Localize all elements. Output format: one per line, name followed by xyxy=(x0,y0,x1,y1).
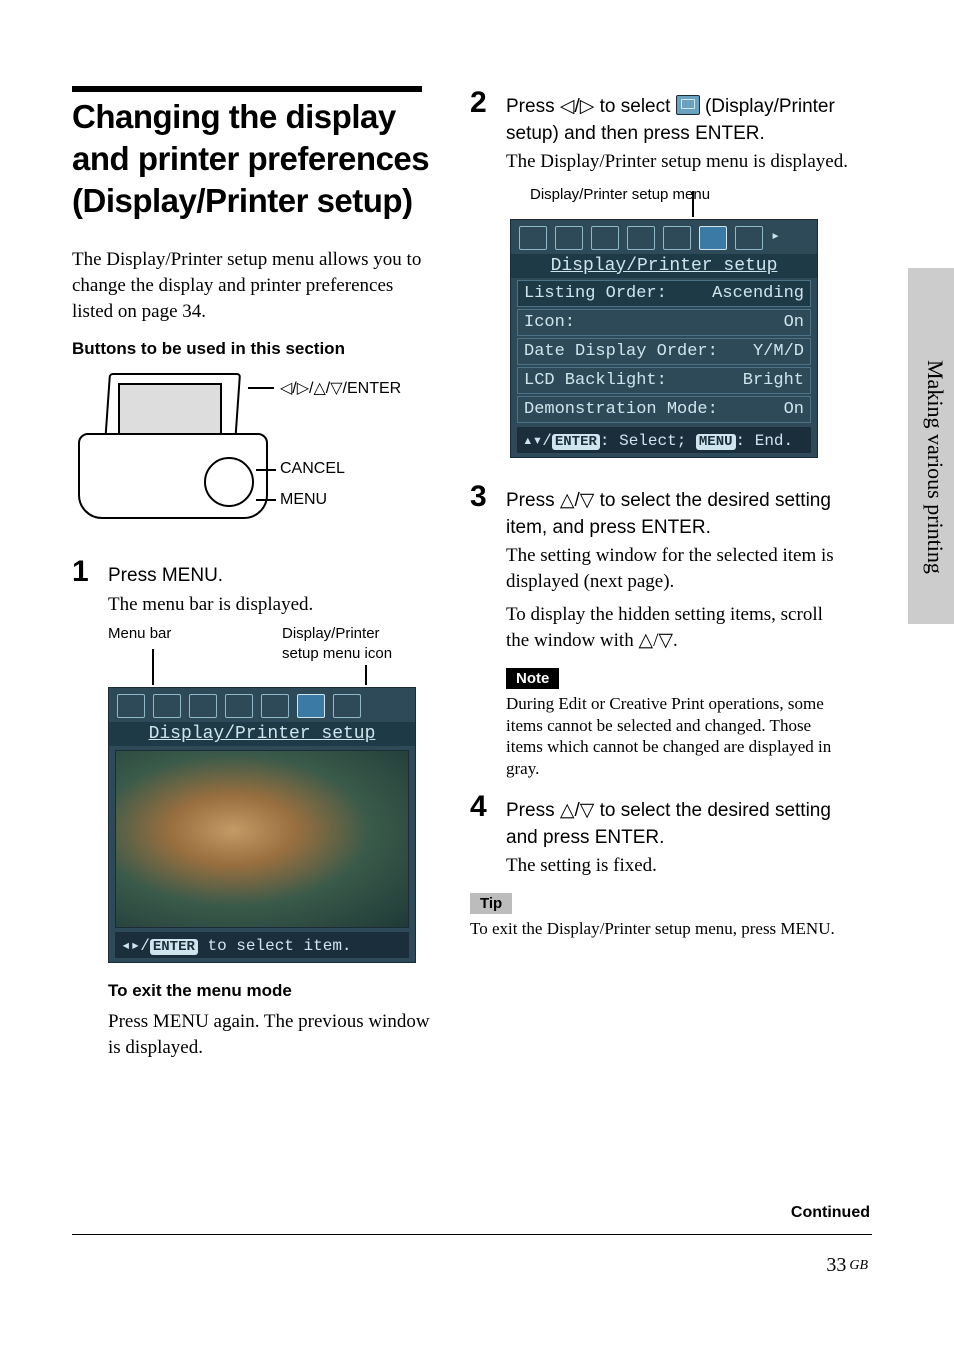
page-number: 33GB xyxy=(826,1254,868,1277)
lcd-menu-icon xyxy=(153,694,181,718)
exit-body: Press MENU again. The previous window is… xyxy=(108,1009,432,1061)
step-4-lead: Press △/▽ to select the desired setting … xyxy=(506,798,850,851)
lcd-title: Display/Printer setup xyxy=(511,254,817,278)
label-cancel: CANCEL xyxy=(280,460,345,478)
note-text: During Edit or Creative Print operations… xyxy=(506,693,850,780)
step-3-follow-1: The setting window for the selected item… xyxy=(506,543,850,595)
lcd-menu-icon xyxy=(591,226,619,250)
buttons-heading: Buttons to be used in this section xyxy=(72,339,432,359)
tip-label: Tip xyxy=(470,893,512,914)
step-1-lcd: Display/Printer setup ◂▸/ENTER to select… xyxy=(108,687,416,963)
lcd-setting-label: Listing Order: xyxy=(524,284,667,303)
lcd-menu-icon xyxy=(519,226,547,250)
display-printer-icon xyxy=(676,95,700,115)
step-1-lead: Press MENU. xyxy=(108,563,432,590)
step-3-lead: Press △/▽ to select the desired setting … xyxy=(506,488,850,541)
lcd-menu-icon xyxy=(225,694,253,718)
label-menu: MENU xyxy=(280,491,327,509)
lcd-menu-icon xyxy=(663,226,691,250)
chapter-label: Making various printing xyxy=(922,360,948,574)
step-2-follow: The Display/Printer setup menu is displa… xyxy=(506,149,850,175)
lcd-setting-value: Ascending xyxy=(712,284,804,303)
lcd-menu-icon-display-printer xyxy=(699,226,727,250)
lcd-menu-icon xyxy=(735,226,763,250)
lcd-hint: ◂▸/ENTER to select item. xyxy=(115,932,409,958)
lcd-setting-value: Bright xyxy=(743,371,804,390)
step-1-follow: The menu bar is displayed. xyxy=(108,592,432,618)
tip-text: To exit the Display/Printer setup menu, … xyxy=(470,918,850,940)
lcd-menu-icon xyxy=(627,226,655,250)
lcd-menu-icon xyxy=(261,694,289,718)
lcd-setting-row: Listing Order: Ascending xyxy=(517,280,811,307)
label-arrows-enter: ◁/▷/△/▽/ENTER xyxy=(280,378,401,398)
lcd-menubar: ▸ xyxy=(511,220,817,254)
exit-heading: To exit the menu mode xyxy=(108,981,432,1001)
lcd-menu-icon-display-printer xyxy=(297,694,325,718)
lcd-setting-row: Icon: On xyxy=(517,309,811,336)
lcd-settings-list: Listing Order: Ascending Icon: On Date Displ… xyxy=(517,280,811,423)
step-3: 3 Press △/▽ to select the desired settin… xyxy=(470,480,850,654)
step-2-caption: Display/Printer setup menu xyxy=(530,185,850,205)
step-2: 2 Press ◁/▷ to select (Display/Printer s… xyxy=(470,86,850,175)
lcd-title: Display/Printer setup xyxy=(109,722,415,746)
lcd-setting-row: Demonstration Mode: On xyxy=(517,396,811,423)
page-title: Changing the display and printer prefere… xyxy=(72,96,432,223)
intro-paragraph: The Display/Printer setup menu allows yo… xyxy=(72,247,432,326)
lcd-setting-value: On xyxy=(784,400,804,419)
lcd-setting-value: On xyxy=(784,313,804,332)
note-label: Note xyxy=(506,668,559,689)
step-1-number: 1 xyxy=(72,555,108,589)
footer-rule xyxy=(72,1234,872,1235)
step-2-lcd: ▸ Display/Printer setup Listing Order: As… xyxy=(510,219,818,458)
lcd-setting-row: Date Display Order: Y/M/D xyxy=(517,338,811,365)
lcd-menu-icon xyxy=(189,694,217,718)
lcd-menu-icon xyxy=(333,694,361,718)
lcd-menu-icon xyxy=(555,226,583,250)
lcd-setting-label: LCD Backlight: xyxy=(524,371,667,390)
arrow-right-icon: ▸ xyxy=(771,226,780,250)
label-menu-bar: Menu bar xyxy=(108,624,218,663)
continued-label: Continued xyxy=(791,1204,870,1222)
step-2-lead: Press ◁/▷ to select (Display/Printer set… xyxy=(506,94,850,147)
step-1: 1 Press MENU. The menu bar is displayed. xyxy=(72,555,432,618)
lcd-menu-icon xyxy=(117,694,145,718)
lcd-hint: ▴▾/ENTER: Select; MENU: End. xyxy=(517,427,811,453)
step-2-number: 2 xyxy=(470,86,506,120)
device-illustration: ◁/▷/△/▽/ENTER CANCEL MENU xyxy=(72,367,432,547)
lcd-setting-label: Date Display Order: xyxy=(524,342,718,361)
step-4-number: 4 xyxy=(470,790,506,824)
lcd-menubar xyxy=(109,688,415,722)
step-1-figure: Menu bar Display/Printer setup menu icon… xyxy=(108,624,418,963)
step-3-number: 3 xyxy=(470,480,506,514)
title-rule xyxy=(72,86,422,92)
label-dp-icon: Display/Printer setup menu icon xyxy=(282,624,418,663)
step-3-follow-2: To display the hidden setting items, scr… xyxy=(506,602,850,654)
lcd-setting-label: Demonstration Mode: xyxy=(524,400,718,419)
lcd-setting-value: Y/M/D xyxy=(753,342,804,361)
step-4: 4 Press △/▽ to select the desired settin… xyxy=(470,790,850,879)
step-4-follow: The setting is fixed. xyxy=(506,853,850,879)
lcd-setting-row: LCD Backlight: Bright xyxy=(517,367,811,394)
lcd-photo xyxy=(115,750,409,928)
lcd-setting-label: Icon: xyxy=(524,313,575,332)
